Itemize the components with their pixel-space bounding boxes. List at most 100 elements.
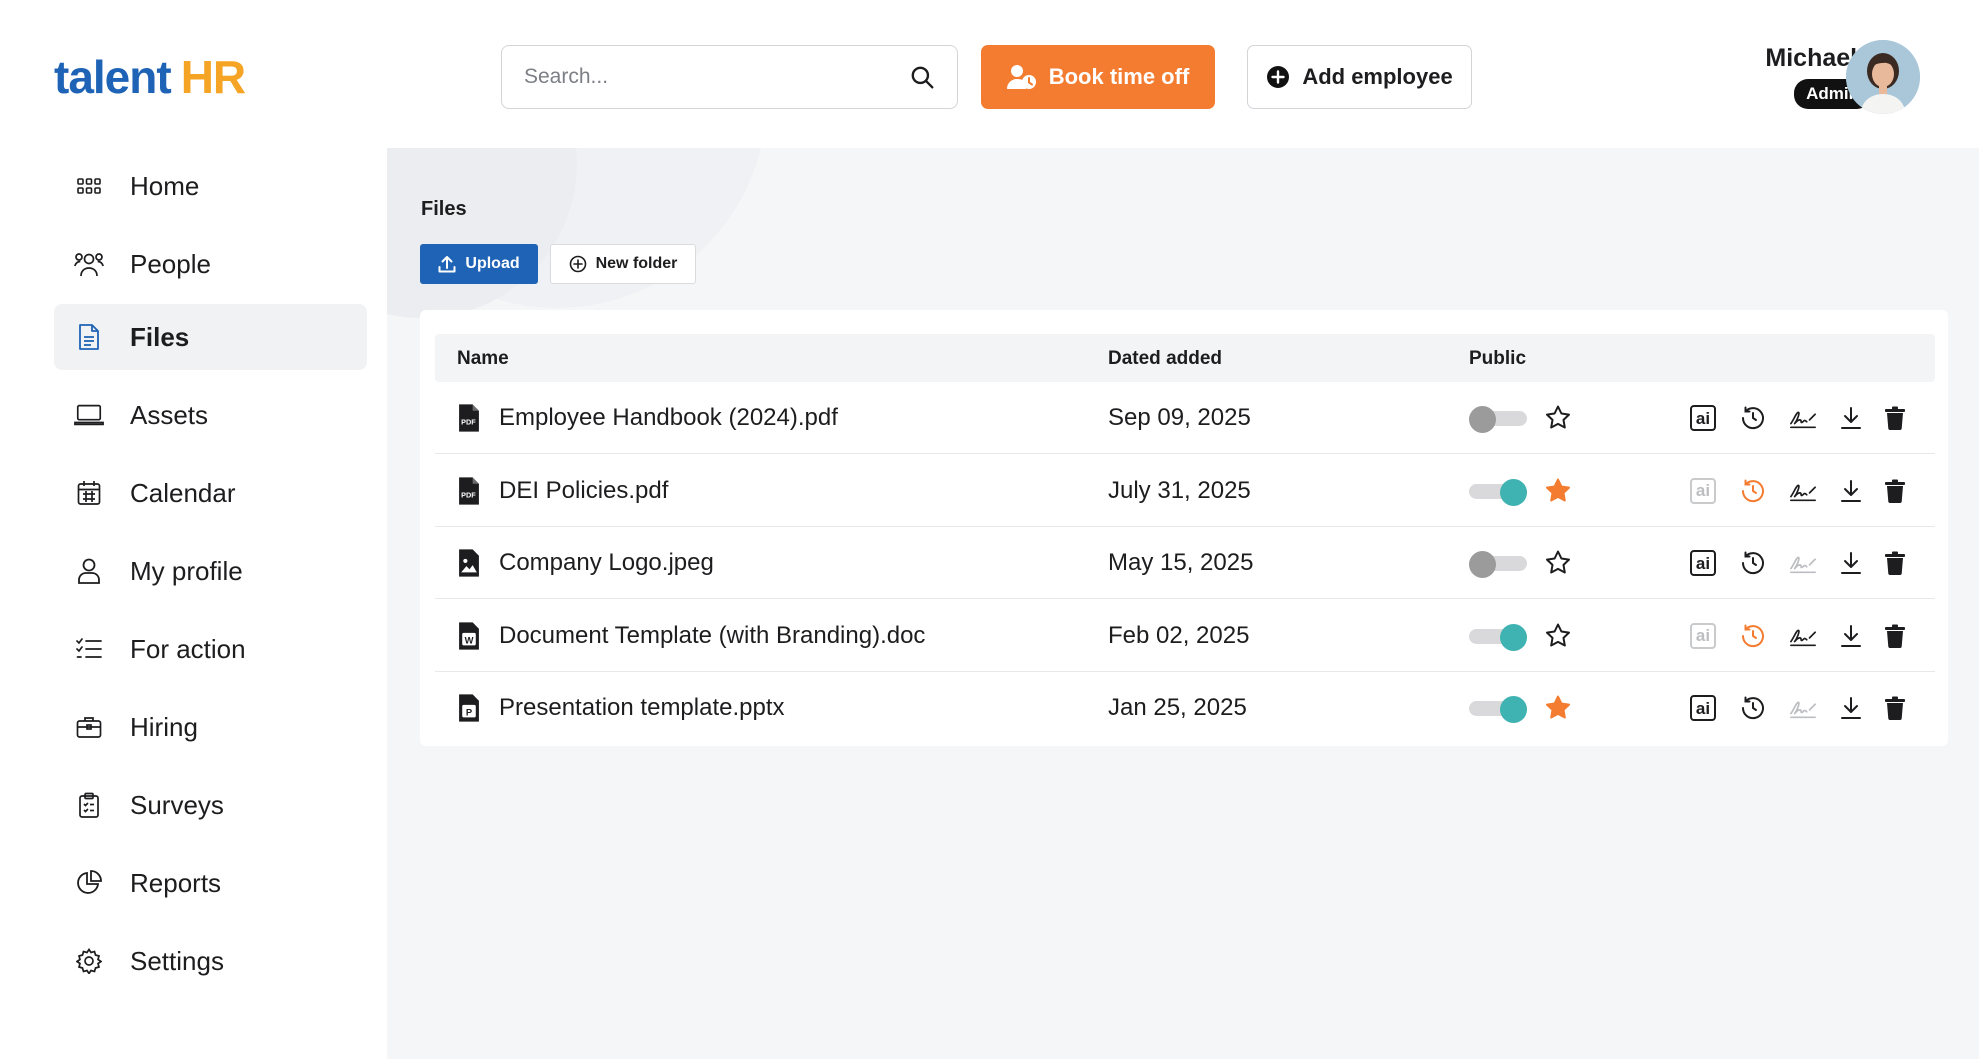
sidebar-item-label: For action bbox=[130, 633, 246, 664]
file-name-cell[interactable]: W Document Template (with Branding).doc bbox=[457, 600, 925, 672]
public-toggle[interactable] bbox=[1469, 623, 1527, 651]
signature-button[interactable] bbox=[1789, 477, 1817, 505]
public-toggle[interactable] bbox=[1469, 551, 1527, 578]
file-name-cell[interactable]: P Presentation template.pptx bbox=[457, 672, 785, 744]
history-button[interactable] bbox=[1739, 622, 1767, 650]
upload-label: Upload bbox=[465, 255, 520, 272]
brand-name-part1: talent bbox=[54, 51, 172, 103]
star-icon[interactable] bbox=[1544, 549, 1572, 577]
history-icon bbox=[1741, 696, 1764, 720]
add-employee-button[interactable]: Add employee bbox=[1247, 45, 1472, 109]
sidebar-item-label: Calendar bbox=[130, 477, 236, 508]
public-toggle[interactable] bbox=[1469, 696, 1527, 723]
delete-button[interactable] bbox=[1881, 694, 1909, 722]
avatar[interactable] bbox=[1846, 40, 1920, 114]
upload-button[interactable]: Upload bbox=[420, 244, 538, 284]
history-button[interactable] bbox=[1739, 694, 1767, 722]
sidebar-item-reports[interactable]: Reports bbox=[54, 850, 367, 916]
table-header: Name Dated added Public bbox=[435, 334, 1935, 382]
date-added: Sep 09, 2025 bbox=[1108, 404, 1251, 431]
table-row[interactable]: Company Logo.jpeg May 15, 2025 ai bbox=[435, 527, 1935, 599]
signature-button[interactable] bbox=[1789, 694, 1817, 722]
ai-button[interactable]: ai bbox=[1689, 477, 1717, 505]
table-row[interactable]: PDF Employee Handbook (2024).pdf Sep 09, 2… bbox=[435, 382, 1935, 454]
sidebar-item-hiring[interactable]: Hiring bbox=[54, 694, 367, 760]
row-actions: ai bbox=[1689, 527, 1909, 599]
history-button[interactable] bbox=[1739, 404, 1767, 432]
date-added: Jan 25, 2025 bbox=[1108, 694, 1247, 721]
signature-button[interactable] bbox=[1789, 404, 1817, 432]
delete-button[interactable] bbox=[1881, 549, 1909, 577]
public-toggle[interactable] bbox=[1469, 478, 1527, 506]
upload-icon bbox=[438, 256, 456, 273]
delete-button[interactable] bbox=[1881, 622, 1909, 650]
history-button[interactable] bbox=[1739, 549, 1767, 577]
table-row[interactable]: W Document Template (with Branding).doc Fe… bbox=[435, 600, 1935, 672]
book-time-off-label: Book time off bbox=[1048, 64, 1190, 89]
search-box[interactable] bbox=[501, 45, 958, 109]
history-button[interactable] bbox=[1739, 477, 1767, 505]
download-button[interactable] bbox=[1837, 477, 1865, 505]
sidebar-item-label: Surveys bbox=[130, 789, 224, 820]
column-header-date[interactable]: Dated added bbox=[1108, 348, 1222, 370]
ai-button[interactable]: ai bbox=[1689, 622, 1717, 650]
file-name-cell[interactable]: Company Logo.jpeg bbox=[457, 527, 714, 599]
signature-button[interactable] bbox=[1789, 549, 1817, 577]
ai-button[interactable]: ai bbox=[1689, 404, 1717, 432]
ai-button[interactable]: ai bbox=[1689, 549, 1717, 577]
trash-icon bbox=[1885, 479, 1905, 503]
sidebar-item-calendar[interactable]: Calendar bbox=[54, 460, 367, 526]
signature-button[interactable] bbox=[1789, 622, 1817, 650]
calendar-icon bbox=[74, 478, 104, 508]
sidebar-item-settings[interactable]: Settings bbox=[54, 928, 367, 994]
search-icon[interactable] bbox=[909, 64, 935, 90]
book-time-off-button[interactable]: Book time off bbox=[981, 45, 1215, 109]
trash-icon bbox=[1885, 624, 1905, 648]
download-icon bbox=[1841, 479, 1861, 502]
file-name-cell[interactable]: PDF Employee Handbook (2024).pdf bbox=[457, 382, 838, 454]
brand-logo[interactable]: talent HR bbox=[54, 50, 246, 103]
public-toggle[interactable] bbox=[1469, 406, 1527, 433]
file-name[interactable]: Presentation template.pptx bbox=[499, 694, 785, 722]
new-folder-button[interactable]: New folder bbox=[550, 244, 696, 284]
ai-button[interactable]: ai bbox=[1689, 694, 1717, 722]
download-button[interactable] bbox=[1837, 622, 1865, 650]
file-name[interactable]: Company Logo.jpeg bbox=[499, 549, 714, 577]
file-name[interactable]: Employee Handbook (2024).pdf bbox=[499, 404, 838, 432]
ai-icon: ai bbox=[1690, 622, 1716, 649]
file-name[interactable]: Document Template (with Branding).doc bbox=[499, 622, 925, 650]
download-button[interactable] bbox=[1837, 549, 1865, 577]
download-button[interactable] bbox=[1837, 404, 1865, 432]
sidebar-item-people[interactable]: People bbox=[54, 231, 367, 297]
star-icon[interactable] bbox=[1544, 622, 1572, 650]
ai-icon: ai bbox=[1690, 695, 1716, 721]
date-added: July 31, 2025 bbox=[1108, 476, 1251, 504]
pie-chart-icon bbox=[74, 868, 104, 898]
search-input[interactable] bbox=[524, 65, 909, 89]
table-row[interactable]: P Presentation template.pptx Jan 25, 2025 a… bbox=[435, 672, 1935, 744]
sidebar-item-files[interactable]: Files bbox=[54, 304, 367, 370]
sidebar-item-for-action[interactable]: For action bbox=[54, 616, 367, 682]
star-icon[interactable] bbox=[1544, 477, 1572, 505]
page-title: Files bbox=[421, 198, 467, 220]
file-name[interactable]: DEI Policies.pdf bbox=[499, 477, 668, 505]
trash-icon bbox=[1885, 696, 1905, 720]
table-row[interactable]: PDF DEI Policies.pdf July 31, 2025 ai bbox=[435, 455, 1935, 527]
download-button[interactable] bbox=[1837, 694, 1865, 722]
sidebar-item-label: Reports bbox=[130, 867, 222, 898]
people-icon bbox=[74, 249, 104, 279]
sidebar-item-my-profile[interactable]: My profile bbox=[54, 538, 367, 604]
column-header-public[interactable]: Public bbox=[1469, 348, 1526, 370]
delete-button[interactable] bbox=[1881, 477, 1909, 505]
star-icon[interactable] bbox=[1544, 404, 1572, 432]
delete-button[interactable] bbox=[1881, 404, 1909, 432]
star-icon[interactable] bbox=[1544, 694, 1572, 722]
column-header-name[interactable]: Name bbox=[457, 348, 509, 370]
history-icon bbox=[1741, 406, 1764, 430]
signature-icon bbox=[1790, 701, 1816, 719]
file-name-cell[interactable]: PDF DEI Policies.pdf bbox=[457, 455, 668, 527]
sidebar-item-home[interactable]: Home bbox=[54, 153, 367, 219]
sidebar-item-assets[interactable]: Assets bbox=[54, 382, 367, 448]
sidebar: Home People Files Assets Calendar My pro… bbox=[0, 148, 387, 1059]
sidebar-item-surveys[interactable]: Surveys bbox=[54, 772, 367, 838]
